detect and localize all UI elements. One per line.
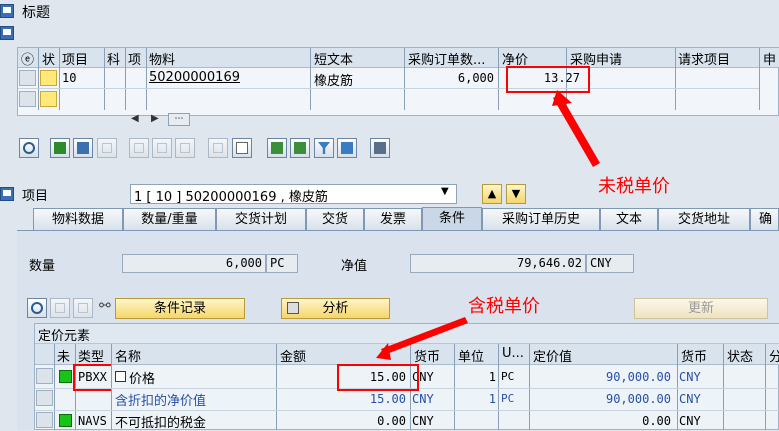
annotation-arrows — [376, 90, 600, 360]
tax-price-note: 含税单价 — [468, 296, 540, 317]
arrow-tax-head — [376, 343, 391, 360]
arrow-no-tax-shaft — [553, 94, 600, 167]
arrow-tax-shaft — [381, 317, 468, 355]
arrow-no-tax-head — [552, 90, 572, 106]
no-tax-price-note: 未税单价 — [598, 176, 670, 197]
